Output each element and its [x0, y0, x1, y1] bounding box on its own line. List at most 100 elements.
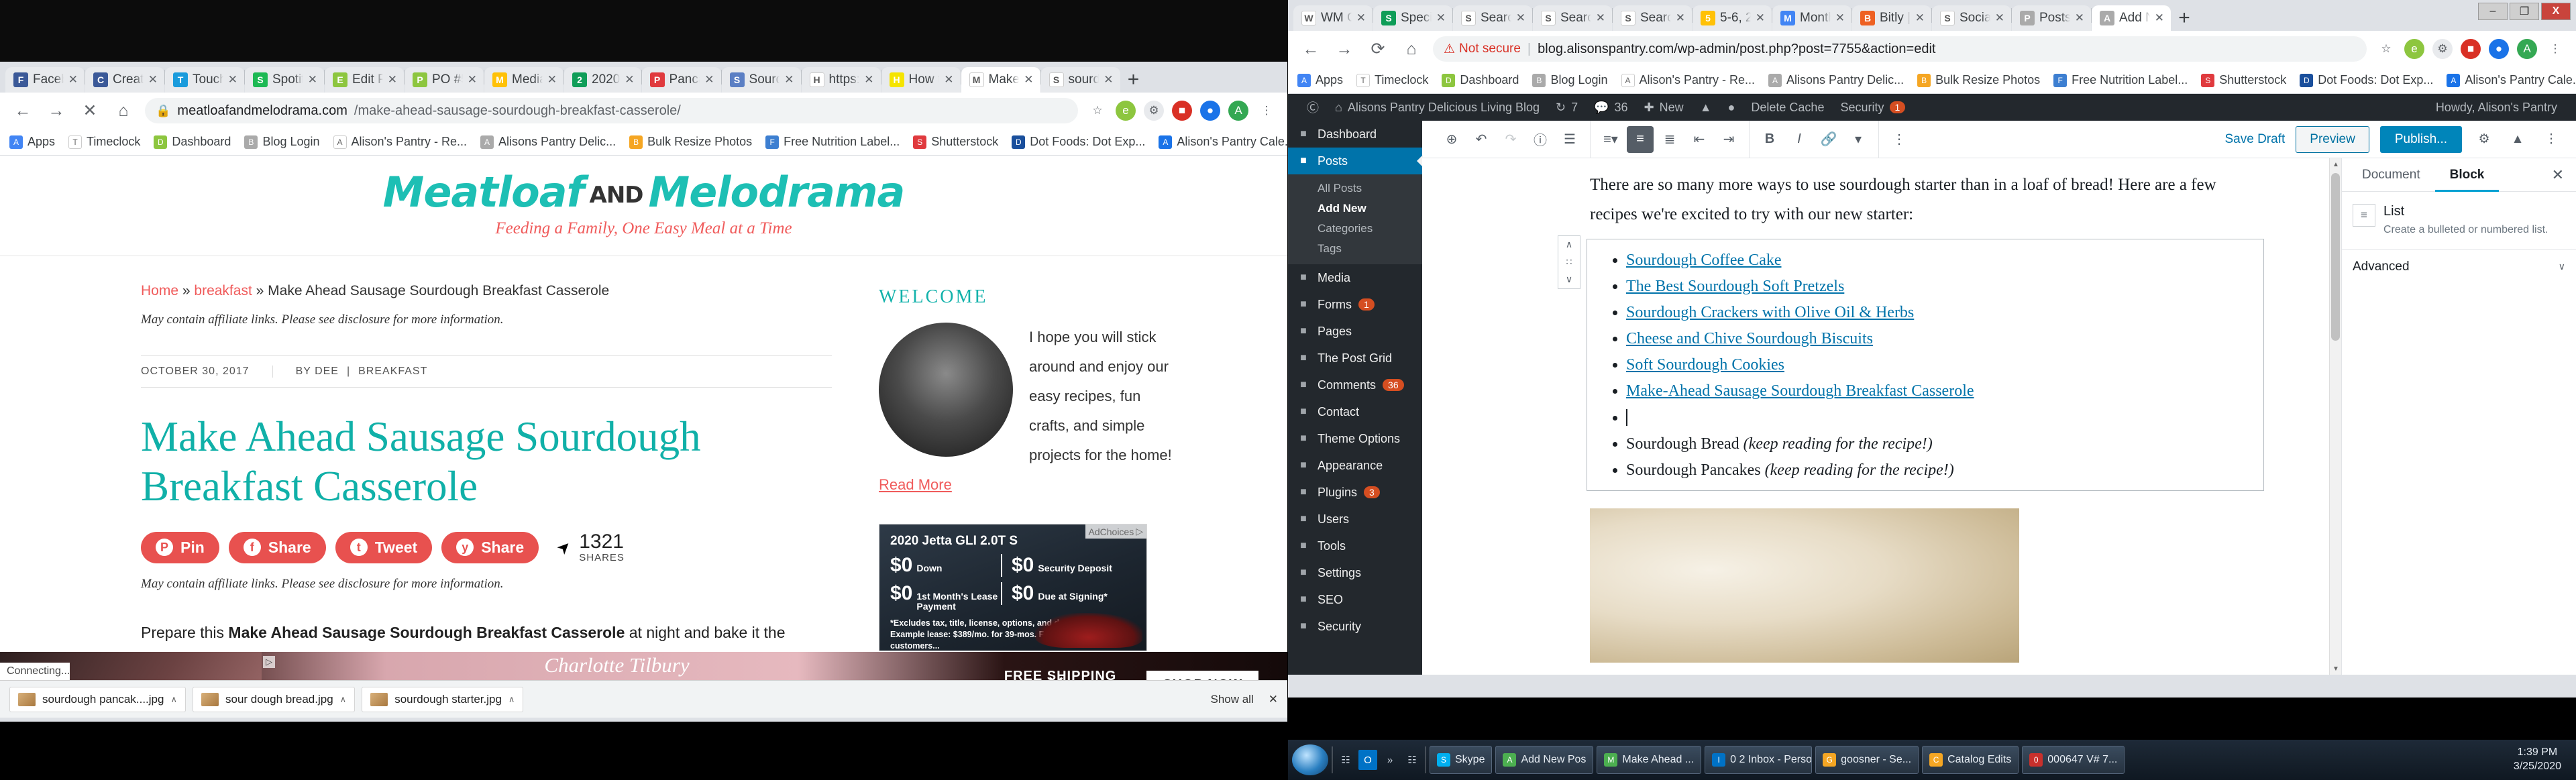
editor-list[interactable]: Sourdough Coffee Cake The Best Sourdough … — [1626, 247, 2263, 484]
camera-icon[interactable]: ● — [2489, 39, 2509, 59]
sidebar-item-theme-options[interactable]: ■ Theme Options — [1288, 425, 1422, 452]
tab-document[interactable]: Document — [2347, 158, 2435, 192]
breadcrumb-home[interactable]: Home — [141, 283, 178, 298]
browser-tab[interactable]: M Media ✕ — [484, 67, 564, 93]
sidebar-item-plugins[interactable]: ■ Plugins 3 — [1288, 479, 1422, 506]
browser-tab[interactable]: M Make ✕ — [961, 67, 1040, 93]
add-block-button[interactable]: ⊕ — [1438, 126, 1465, 153]
close-icon[interactable]: ✕ — [547, 73, 557, 87]
extension-icon[interactable]: e — [1116, 101, 1136, 121]
sidebar-subitem-add-new[interactable]: Add New — [1288, 199, 1422, 219]
link-icon[interactable]: 🔗 — [1815, 126, 1842, 153]
avatar-icon[interactable]: A — [1228, 101, 1248, 121]
bookmark-item[interactable]: A Apps — [9, 135, 55, 149]
sidebar-item-appearance[interactable]: ■ Appearance — [1288, 452, 1422, 479]
back-button[interactable]: ← — [11, 99, 35, 123]
download-item[interactable]: sourdough pancak....jpg ∧ — [9, 686, 186, 712]
share-button-pin[interactable]: P Pin — [141, 531, 219, 563]
taskbar-button[interactable]: M Make Ahead ... — [1597, 746, 1702, 774]
inspector-advanced-panel[interactable]: Advanced ∨ — [2342, 249, 2576, 284]
bookmark-item[interactable]: A Alisons Pantry Delic... — [480, 135, 616, 149]
site-logo[interactable]: Meatloaf AND Melodrama — [0, 168, 1287, 217]
chevron-up-icon[interactable]: ∧ — [508, 694, 515, 705]
list-item-link[interactable]: Sourdough Coffee Cake — [1626, 252, 1782, 269]
editor-image-block[interactable] — [1590, 508, 2019, 663]
restore-button[interactable]: ❐ — [2510, 3, 2539, 20]
bookmark-item[interactable]: D Dashboard — [1442, 73, 1519, 87]
browser-tab[interactable]: Hhttps: ✕ — [801, 67, 881, 93]
close-icon[interactable]: ✕ — [1269, 693, 1278, 706]
grid-icon[interactable]: ■ — [2461, 39, 2481, 59]
bookmark-item[interactable]: S Shutterstock — [913, 135, 998, 149]
scroll-down-icon[interactable]: ▼ — [2330, 663, 2342, 675]
close-icon[interactable]: ✕ — [1915, 11, 1925, 25]
post-category[interactable]: BREAKFAST — [358, 366, 427, 378]
outlook-icon[interactable]: O — [1358, 750, 1377, 770]
taskbar-button[interactable]: Ggoosner - Se... — [1815, 746, 1919, 774]
reload-button[interactable]: ⟳ — [1366, 37, 1390, 61]
camera-icon[interactable]: ● — [1200, 101, 1220, 121]
overlay-adchoices-icon[interactable]: ▷ — [263, 656, 275, 668]
block-navigation-button[interactable]: ☰ — [1556, 126, 1583, 153]
close-icon[interactable]: ✕ — [1676, 11, 1685, 25]
browser-tab[interactable]: F Faceb ✕ — [5, 67, 85, 93]
browser-tab[interactable]: W WM Clock ✕ — [1293, 5, 1373, 31]
close-icon[interactable]: ✕ — [2075, 11, 2084, 25]
taskbar-button[interactable]: A Add New Pos — [1495, 746, 1594, 774]
wp-comments[interactable]: 💬 36 — [1586, 94, 1635, 121]
move-down-icon[interactable]: ∨ — [1558, 271, 1580, 288]
browser-tab[interactable]: S Social Med ✕ — [1932, 5, 2011, 31]
sidebar-item-the-post-grid[interactable]: ■ The Post Grid — [1288, 345, 1422, 372]
undo-button[interactable]: ↶ — [1468, 126, 1495, 153]
browser-tab[interactable]: P Panca ✕ — [641, 67, 721, 93]
sidebar-item-posts[interactable]: ■ Posts — [1288, 148, 1422, 174]
close-icon[interactable]: ✕ — [864, 73, 873, 87]
bookmark-item[interactable]: D Dot Foods: Dot Exp... — [2300, 73, 2433, 87]
browser-tab[interactable]: 2 2020 ✕ — [564, 67, 641, 93]
list-item[interactable] — [1626, 405, 2263, 431]
close-icon[interactable]: ✕ — [468, 73, 477, 87]
sidebar-ad[interactable]: AdChoices ▷ 2020 Jetta GLI 2.0T S $0 Dow… — [879, 524, 1147, 651]
puzzle-icon[interactable]: ⚙ — [2432, 39, 2453, 59]
wp-site-name[interactable]: ⌂ Alisons Pantry Delicious Living Blog — [1327, 94, 1548, 121]
address-bar[interactable]: 🔒 meatloafandmelodrama.com/make-ahead-sa… — [145, 98, 1078, 123]
browser-tab[interactable]: P Posts ‹ Alis ✕ — [2012, 5, 2091, 31]
unordered-list-icon[interactable]: ≡ — [1627, 125, 1654, 153]
read-more-link[interactable]: Read More — [879, 476, 952, 493]
chevron-icon[interactable]: » — [1381, 750, 1399, 770]
browser-tab[interactable]: S Search | Ali ✕ — [1453, 5, 1532, 31]
minimize-button[interactable]: – — [2478, 3, 2508, 20]
grid-icon[interactable]: ☷ — [1403, 750, 1421, 770]
browser-tab[interactable]: T Touch ✕ — [165, 67, 244, 93]
new-tab-button[interactable]: + — [2171, 5, 2198, 31]
editor-list-block[interactable]: ∧ ∷ ∨ Sourdough Coffee Cake The Best Sour… — [1558, 235, 2264, 492]
browser-tab[interactable]: C Creat ✕ — [85, 67, 164, 93]
publish-button[interactable]: Publish... — [2379, 125, 2462, 153]
bookmark-item[interactable]: B Blog Login — [244, 135, 320, 149]
sidebar-item-settings[interactable]: ■ Settings — [1288, 559, 1422, 586]
editor-paragraph[interactable]: There are so many more ways to use sourd… — [1590, 170, 2261, 229]
close-icon[interactable]: ✕ — [68, 73, 78, 87]
sidebar-item-forms[interactable]: ■ Forms 1 — [1288, 291, 1422, 318]
editor-scrollbar[interactable]: ▲ ▼ — [2329, 158, 2341, 675]
sidebar-item-tools[interactable]: ■ Tools — [1288, 533, 1422, 559]
list-item[interactable]: Sourdough Pancakes (keep reading for the… — [1626, 457, 2263, 484]
list-item-link[interactable]: Cheese and Chive Sourdough Biscuits — [1626, 330, 1873, 347]
sidebar-item-users[interactable]: ■ Users — [1288, 506, 1422, 533]
close-icon[interactable]: ✕ — [2155, 11, 2164, 25]
list-item[interactable]: Sourdough Bread (keep reading for the re… — [1626, 431, 2263, 457]
sidebar-subitem-all-posts[interactable]: All Posts — [1288, 178, 1422, 199]
sidebar-subitem-tags[interactable]: Tags — [1288, 239, 1422, 259]
star-icon[interactable]: ☆ — [1087, 101, 1108, 121]
bookmark-item[interactable]: S Shutterstock — [2201, 73, 2286, 87]
bookmark-item[interactable]: D Dashboard — [154, 135, 231, 149]
bookmark-item[interactable]: F Free Nutrition Label... — [2053, 73, 2188, 87]
wp-yoast-icon[interactable]: ▲ — [1692, 94, 1720, 121]
browser-tab[interactable]: M Monthly M ✕ — [1772, 5, 1851, 31]
indent-icon[interactable]: ⇥ — [1715, 126, 1742, 153]
grid-icon[interactable]: ■ — [1172, 101, 1192, 121]
browser-tab[interactable]: E Edit P ✕ — [325, 67, 404, 93]
not-secure-badge[interactable]: ⚠ Not secure — [1444, 42, 1521, 57]
system-clock[interactable]: 1:39 PM 3/25/2020 — [2514, 746, 2572, 774]
list-item[interactable]: Sourdough Coffee Cake — [1626, 247, 2263, 274]
